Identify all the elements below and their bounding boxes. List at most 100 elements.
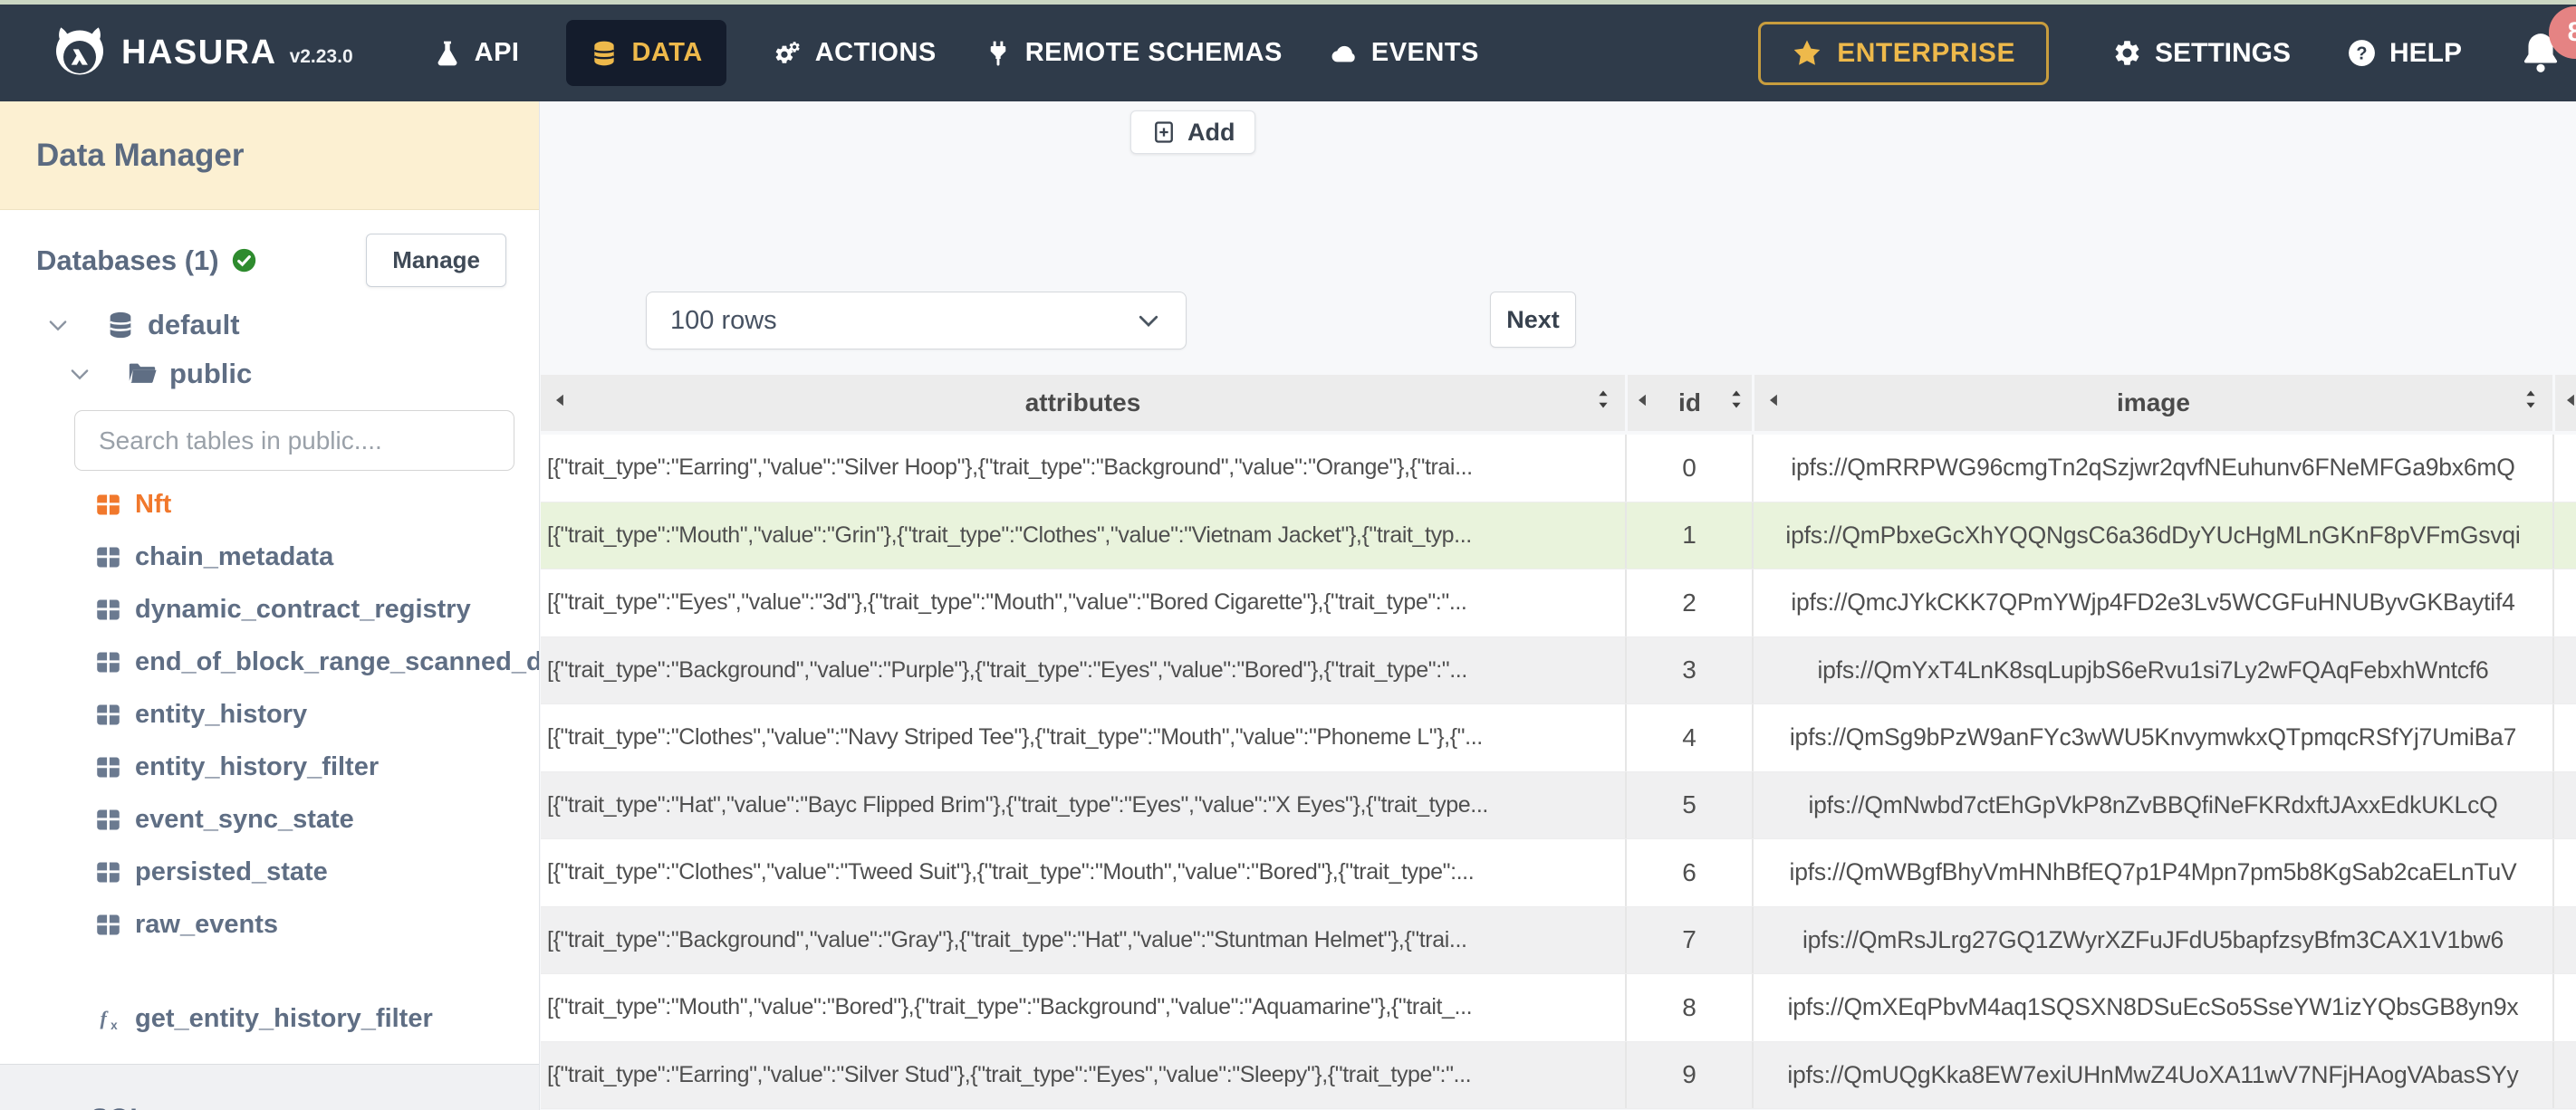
add-row-button[interactable]: Add [1130, 110, 1256, 154]
plug-icon [984, 39, 1013, 68]
nav-item-label: DATA [631, 38, 703, 67]
folder-icon [127, 359, 158, 389]
sidebar: Data Manager Databases (1) Manage defaul… [0, 101, 540, 1110]
column-header-label: image [2117, 388, 2190, 416]
sidebar-table-raw-events[interactable]: raw_events [0, 898, 539, 951]
sidebar-bottom-section[interactable]: SQL [0, 1064, 539, 1110]
brand-group[interactable]: HASURA v2.23.0 [0, 24, 353, 82]
cell-image: ipfs://QmRRPWG96cmgTn2qSzjwr2qvfNEuhunv6… [1752, 435, 2552, 502]
cell-overflow [2552, 974, 2576, 1041]
table-row[interactable]: [{"trait_type":"Background","value":"Gra… [541, 906, 2576, 974]
gears-icon [774, 39, 803, 68]
function-name-label: get_entity_history_filter [135, 1003, 433, 1033]
nav-item-data[interactable]: DATA [566, 20, 726, 86]
cell-image: ipfs://QmUQgKka8EW7exiUHnMwZ4UoXA11wV7NF… [1752, 1041, 2552, 1108]
cell-overflow [2552, 569, 2576, 636]
databases-row: Databases (1) Manage [36, 234, 506, 287]
manage-button[interactable]: Manage [366, 234, 506, 287]
cell-id: 1 [1625, 502, 1752, 569]
column-header-attributes[interactable]: attributes [541, 375, 1625, 431]
next-page-button[interactable]: Next [1490, 292, 1576, 348]
sidebar-table-nft[interactable]: Nft [0, 478, 539, 531]
cell-id: 2 [1625, 569, 1752, 636]
nav-item-api[interactable]: API [433, 38, 520, 68]
nav-item-label: REMOTE SCHEMAS [1024, 38, 1283, 67]
nav-item-events[interactable]: EVENTS [1330, 38, 1479, 68]
chevron-down-icon[interactable] [67, 361, 92, 387]
nav-item-label: API [474, 38, 520, 67]
sidebar-table-entity-history[interactable]: entity_history [0, 688, 539, 741]
table-row[interactable]: [{"trait_type":"Clothes","value":"Tweed … [541, 839, 2576, 907]
gear-icon [2112, 38, 2142, 68]
cell-attributes: [{"trait_type":"Earring","value":"Silver… [547, 1061, 1472, 1087]
chevron-down-icon[interactable] [45, 312, 71, 338]
sidebar-table-end-of-block-range-scanned-data[interactable]: end_of_block_range_scanned_data [0, 636, 539, 688]
sidebar-function-get-entity-history-filter[interactable]: f x get_entity_history_filter [0, 992, 539, 1045]
sort-icon [2520, 388, 2542, 417]
help-button[interactable]: ? HELP [2347, 38, 2462, 69]
chevron-down-icon [1135, 307, 1162, 334]
notifications-button[interactable]: 8 [2518, 5, 2576, 77]
enterprise-button[interactable]: ENTERPRISE [1758, 21, 2049, 85]
main-content: Add 100 rows Next attributes id image [{"t… [541, 101, 2576, 1110]
table-row[interactable]: [{"trait_type":"Earring","value":"Silver… [541, 1041, 2576, 1109]
cell-overflow [2552, 1041, 2576, 1108]
table-icon [94, 753, 122, 781]
table-name-label: Nft [135, 489, 172, 519]
sidebar-table-chain-metadata[interactable]: chain_metadata [0, 531, 539, 583]
flask-icon [433, 39, 462, 68]
nav-item-actions[interactable]: ACTIONS [774, 38, 937, 68]
table-name-label: dynamic_contract_registry [135, 594, 471, 624]
nav-items: API DATA ACTIONS REMOTE SCHEMAS EVENTS [433, 20, 1479, 86]
cell-overflow [2552, 839, 2576, 906]
column-header-id[interactable]: id [1625, 375, 1752, 431]
cell-image: ipfs://QmSg9bPzW9anFYc3wWU5KnvymwkxQTpmq… [1752, 704, 2552, 771]
cell-attributes: [{"trait_type":"Clothes","value":"Tweed … [547, 859, 1475, 885]
table-name-label: event_sync_state [135, 804, 354, 834]
sort-icon [1725, 388, 1747, 417]
collapse-left-icon [1634, 391, 1652, 415]
search-tables-input[interactable] [74, 410, 514, 471]
table-row[interactable]: [{"trait_type":"Clothes","value":"Navy S… [541, 704, 2576, 772]
rows-per-page-select[interactable]: 100 rows [646, 292, 1187, 349]
column-header-label: attributes [1024, 388, 1141, 416]
table-name-label: end_of_block_range_scanned_data [135, 646, 540, 676]
tree-node-default[interactable]: default [45, 309, 539, 341]
nav-item-label: ACTIONS [814, 38, 937, 67]
sidebar-table-event-sync-state[interactable]: event_sync_state [0, 793, 539, 846]
database-icon [105, 310, 136, 340]
table-row[interactable]: [{"trait_type":"Earring","value":"Silver… [541, 435, 2576, 502]
table-row[interactable]: [{"trait_type":"Mouth","value":"Grin"},{… [541, 502, 2576, 569]
cell-image: ipfs://QmRsJLrg27GQ1ZWyrXZFuJFdU5bapfzsy… [1752, 906, 2552, 973]
svg-text:f: f [100, 1006, 109, 1029]
collapse-left-icon [2562, 391, 2576, 415]
data-table: attributes id image [{"trait_type":"Earrin… [541, 375, 2576, 1110]
tree-node-public[interactable]: public [67, 358, 539, 390]
sidebar-table-dynamic-contract-registry[interactable]: dynamic_contract_registry [0, 583, 539, 636]
tables-list: Nft chain_metadata dynamic_contract_regist… [0, 478, 539, 1045]
table-body: [{"trait_type":"Earring","value":"Silver… [541, 435, 2576, 1109]
cell-image: ipfs://QmXEqPbvM4aq1SQSXN8DSuEcSo5SseYW1… [1752, 974, 2552, 1041]
cell-id: 5 [1625, 771, 1752, 838]
cell-attributes: [{"trait_type":"Hat","value":"Bayc Flipp… [547, 791, 1488, 818]
function-icon: fx [94, 1005, 122, 1033]
table-icon [94, 858, 122, 886]
cell-overflow [2552, 435, 2576, 502]
nav-item-remote-schemas[interactable]: REMOTE SCHEMAS [984, 38, 1283, 68]
rows-per-page-value: 100 rows [670, 305, 777, 335]
column-header-image[interactable]: image [1752, 375, 2552, 431]
check-circle-icon [231, 247, 257, 273]
svg-text:x: x [111, 1019, 118, 1032]
nav-item-label: EVENTS [1370, 38, 1479, 67]
table-row[interactable]: [{"trait_type":"Background","value":"Pur… [541, 636, 2576, 704]
table-row[interactable]: [{"trait_type":"Eyes","value":"3d"},{"tr… [541, 569, 2576, 637]
cell-id: 6 [1625, 839, 1752, 906]
table-row[interactable]: [{"trait_type":"Mouth","value":"Bored"},… [541, 974, 2576, 1042]
svg-text:?: ? [2356, 43, 2367, 63]
sidebar-table-entity-history-filter[interactable]: entity_history_filter [0, 741, 539, 793]
sidebar-table-persisted-state[interactable]: persisted_state [0, 846, 539, 898]
settings-button[interactable]: SETTINGS [2112, 38, 2291, 69]
table-row[interactable]: [{"trait_type":"Hat","value":"Bayc Flipp… [541, 771, 2576, 839]
cell-id: 3 [1625, 636, 1752, 703]
database-icon [590, 39, 619, 68]
